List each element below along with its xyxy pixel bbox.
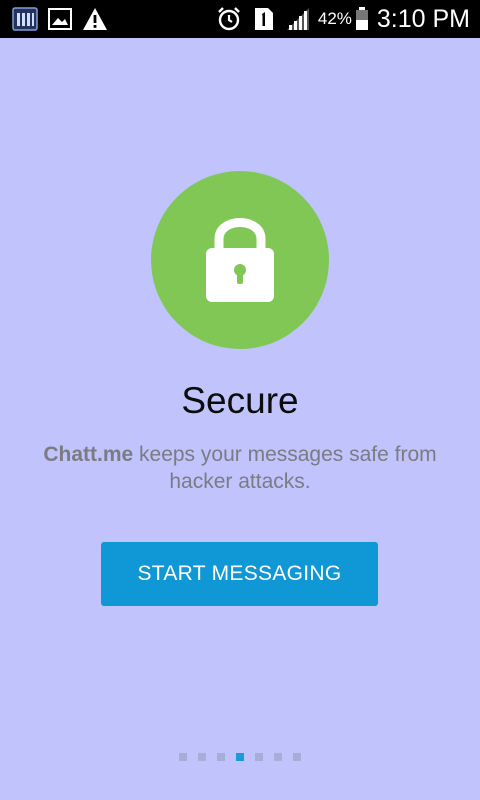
status-bar: 42% 3:10 PM <box>0 0 480 38</box>
battery-icon <box>355 7 368 30</box>
warning-icon <box>83 8 107 30</box>
page-dot[interactable] <box>217 753 225 761</box>
page-dot[interactable] <box>255 753 263 761</box>
image-icon <box>48 8 72 30</box>
page-dot[interactable] <box>293 753 301 761</box>
system-status: 42% 3:10 PM <box>216 0 470 38</box>
lock-badge <box>151 171 329 349</box>
page-dot[interactable] <box>198 753 206 761</box>
page-indicator <box>179 753 312 761</box>
brand-name: Chatt.me <box>43 443 134 466</box>
description: Chatt.me keeps your messages safe from h… <box>40 441 440 495</box>
notification-icons <box>12 7 118 31</box>
signal-bars-app-icon <box>12 7 38 31</box>
start-messaging-label: START MESSAGING <box>137 562 342 585</box>
page-dot[interactable] <box>274 753 282 761</box>
lock-icon <box>206 218 274 302</box>
page-dot[interactable] <box>179 753 187 761</box>
page-dot-active[interactable] <box>236 753 244 761</box>
sim-1-icon <box>254 8 273 30</box>
start-messaging-button[interactable]: START MESSAGING <box>101 542 378 606</box>
alarm-icon <box>218 7 240 31</box>
battery-percent: 42% <box>317 9 352 28</box>
cell-signal-icon <box>286 8 309 30</box>
clock-time: 3:10 PM <box>376 4 470 33</box>
description-text: keeps your messages safe from hacker att… <box>133 443 437 493</box>
page-title: Secure <box>181 380 299 421</box>
